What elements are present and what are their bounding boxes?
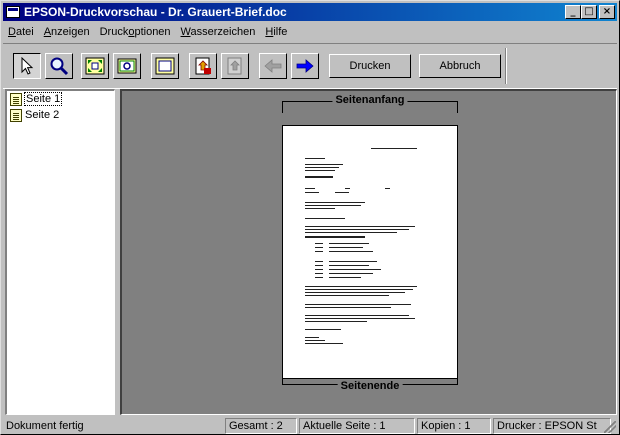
watermark-icon <box>195 57 211 75</box>
page-list-item-seite-2[interactable]: Seite 2 <box>7 107 114 123</box>
page-frame-icon <box>155 57 175 75</box>
zoom-page-button[interactable] <box>113 53 141 79</box>
fit-page-button[interactable] <box>81 53 109 79</box>
magnifier-icon <box>50 57 69 76</box>
close-icon: × <box>602 6 612 17</box>
window-controls: _ □ × <box>565 5 615 19</box>
page-preview[interactable] <box>282 125 458 379</box>
page-list-item-seite-1[interactable]: Seite 1 <box>7 91 114 107</box>
current-page: Aktuelle Seite : 1 <box>299 418 415 434</box>
prev-page-button[interactable] <box>259 53 287 79</box>
page-end-marker: Seitenende <box>282 373 458 392</box>
menu-datei[interactable]: Datei <box>3 26 39 38</box>
preview-area[interactable]: Seitenanfang Seitenende <box>120 89 617 415</box>
page-list-item-label: Seite 2 <box>25 109 60 121</box>
watermark-edit-button[interactable] <box>221 53 249 79</box>
printer-name: Drucker : EPSON St <box>493 418 611 434</box>
page-icon <box>10 92 22 106</box>
page-icon <box>10 108 22 122</box>
arrow-cursor-icon <box>21 57 34 75</box>
prev-page-arrow-icon <box>264 59 282 73</box>
menu-hilfe[interactable]: Hilfe <box>260 26 292 38</box>
window-app-icon[interactable] <box>6 6 20 18</box>
page-end-label: Seitenende <box>337 380 403 392</box>
fit-page-icon <box>85 57 105 75</box>
total-pages: Gesamt : 2 <box>225 418 297 434</box>
watermark-disabled-icon <box>227 57 242 75</box>
minimize-icon: _ <box>570 6 576 17</box>
page-list-item-label: Seite 1 <box>23 92 63 106</box>
select-tool-button[interactable] <box>13 53 41 79</box>
menu-wasserzeichen[interactable]: Wasserzeichen <box>176 26 261 38</box>
page-start-marker: Seitenanfang <box>282 94 458 113</box>
toolbar: Drucken Abbruch <box>3 43 617 89</box>
page-start-label: Seitenanfang <box>332 94 408 106</box>
page-frame-button[interactable] <box>151 53 179 79</box>
close-button[interactable]: × <box>599 5 615 19</box>
copies-count: Kopien : 1 <box>417 418 491 434</box>
maximize-button[interactable]: □ <box>581 5 597 19</box>
preview-window: EPSON-Druckvorschau - Dr. Grauert-Brief.… <box>0 0 620 435</box>
window-title: EPSON-Druckvorschau - Dr. Grauert-Brief.… <box>24 5 287 19</box>
menu-druckoptionen[interactable]: Druckoptionen <box>95 26 176 38</box>
status-text: Dokument fertig <box>6 420 84 432</box>
toolbar-divider <box>505 48 507 84</box>
maximize-icon: □ <box>584 6 594 17</box>
menu-bar: Datei Anzeigen Druckoptionen Wasserzeich… <box>3 23 292 41</box>
page-list[interactable]: Seite 1 Seite 2 <box>5 89 115 415</box>
minimize-button[interactable]: _ <box>565 5 581 19</box>
cancel-button[interactable]: Abbruch <box>419 54 501 78</box>
title-bar[interactable]: EPSON-Druckvorschau - Dr. Grauert-Brief.… <box>3 3 617 21</box>
menu-anzeigen[interactable]: Anzeigen <box>39 26 95 38</box>
watermark-button[interactable] <box>189 53 217 79</box>
status-bar: Dokument fertig Gesamt : 2 Aktuelle Seit… <box>3 418 617 434</box>
next-page-button[interactable] <box>291 53 319 79</box>
zoom-tool-button[interactable] <box>45 53 73 79</box>
resize-grip-icon[interactable] <box>604 421 616 433</box>
zoom-page-icon <box>117 58 137 74</box>
next-page-arrow-icon <box>296 59 314 73</box>
print-button[interactable]: Drucken <box>329 54 411 78</box>
